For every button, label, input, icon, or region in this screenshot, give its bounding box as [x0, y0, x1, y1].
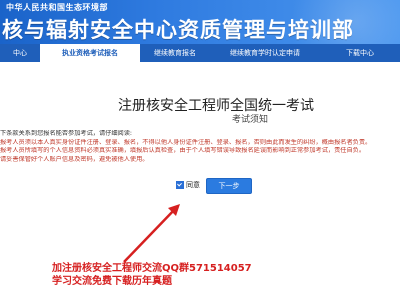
promo-text: 加注册核安全工程师交流QQ群571514057 学习交流免费下载历年真题 [52, 262, 252, 288]
nav-item-home[interactable]: 中心 [0, 44, 40, 62]
header-banner: 中华人民共和国生态环境部 核与辐射安全中心资质管理与培训部 [0, 0, 400, 44]
header-subtitle: 中华人民共和国生态环境部 [6, 3, 108, 12]
notice-line: 请妥善保管好个人账户信息及密码，避免被他人使用。 [0, 155, 149, 163]
promo-line-1: 加注册核安全工程师交流QQ群571514057 [52, 263, 252, 274]
notice-line: 报考人员须以本人真实身份证件注册、登录、报名，不得以他人身份证件注册、登录、报名… [0, 138, 372, 146]
promo-line-2: 学习交流免费下载历年真题 [52, 276, 172, 287]
nav-item-exam-registration[interactable]: 执业资格考试报名 [40, 44, 140, 62]
agree-label: 同意 [186, 181, 200, 189]
page-subtitle: 考试须知 [232, 115, 269, 125]
nav-item-credit-hours[interactable]: 继续教育学时认定申请 [210, 44, 320, 62]
agree-checkbox[interactable] [176, 181, 184, 189]
red-arrow-icon [123, 204, 180, 263]
page-title: 注册核安全工程师全国统一考试 [118, 98, 314, 114]
next-button[interactable]: 下一步 [206, 178, 252, 194]
agree-control[interactable]: 同意 [176, 180, 200, 190]
nav-item-downloads[interactable]: 下载中心 [320, 44, 400, 62]
nav-item-continuing-education[interactable]: 继续教育报名 [140, 44, 210, 62]
notice-line: 报考人员所填写的个人信息资料必须真实准确，填报后认真检查，由于个人填写错误导致报… [0, 147, 366, 154]
notice-intro: 下条款关系到您报名能否参加考试，请仔细阅读: [0, 130, 133, 137]
header-title: 核与辐射安全中心资质管理与培训部 [2, 18, 354, 42]
notice-block: 下条款关系到您报名能否参加考试，请仔细阅读: 报考人员须以本人真实身份证件注册、… [0, 130, 400, 164]
nav-bar: 中心 执业资格考试报名 继续教育报名 继续教育学时认定申请 下载中心 [0, 44, 400, 62]
